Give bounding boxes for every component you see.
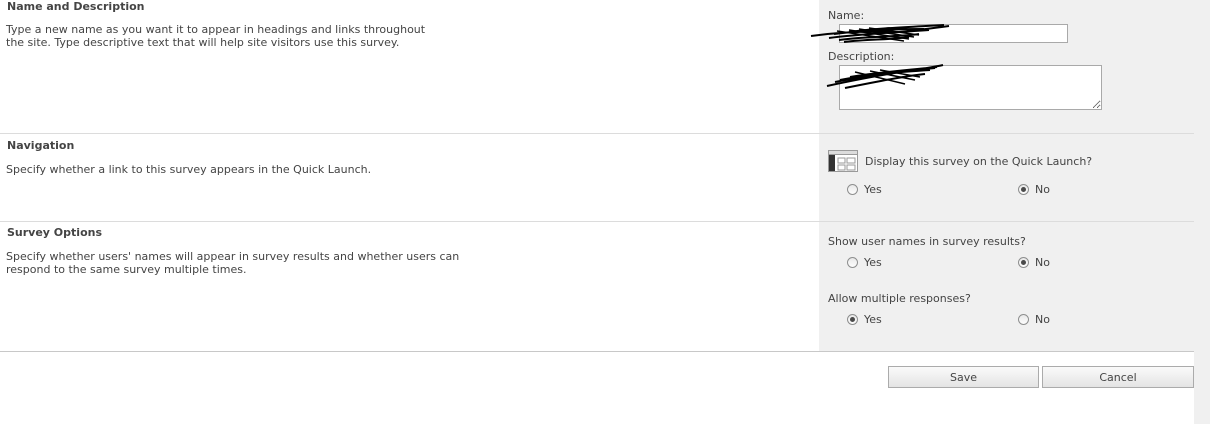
quick-launch-yes-option[interactable]: Yes	[847, 183, 882, 196]
cancel-button[interactable]: Cancel	[1042, 366, 1194, 388]
multiple-responses-no-radio[interactable]	[1018, 314, 1029, 325]
name-description-text: Type a new name as you want it to appear…	[6, 23, 426, 49]
survey-options-fields: Show user names in survey results? Yes N…	[819, 222, 1194, 351]
multiple-responses-no-option[interactable]: No	[1018, 313, 1050, 326]
right-margin-strip	[1194, 0, 1210, 424]
show-names-no-label: No	[1035, 256, 1050, 269]
quick-launch-question: Display this survey on the Quick Launch?	[865, 155, 1093, 168]
quick-launch-yes-label: Yes	[864, 183, 882, 196]
navigation-section: Navigation Specify whether a link to thi…	[0, 134, 1194, 221]
survey-options-heading: Survey Options	[7, 226, 102, 239]
name-description-fields: Name: Description:	[810, 0, 1194, 133]
survey-options-section: Survey Options Specify whether users' na…	[0, 222, 1194, 351]
save-button[interactable]: Save	[888, 366, 1039, 388]
show-names-yes-label: Yes	[864, 256, 882, 269]
show-names-yes-radio[interactable]	[847, 257, 858, 268]
survey-options-description: Specify whether users' names will appear…	[6, 250, 460, 276]
navigation-description: Specify whether a link to this survey ap…	[6, 163, 372, 176]
show-names-no-option[interactable]: No	[1018, 256, 1050, 269]
multiple-responses-yes-label: Yes	[864, 313, 882, 326]
quick-launch-no-radio[interactable]	[1018, 184, 1029, 195]
show-names-question: Show user names in survey results?	[828, 235, 1026, 248]
multiple-responses-yes-option[interactable]: Yes	[847, 313, 882, 326]
show-names-no-radio[interactable]	[1018, 257, 1029, 268]
section-divider	[0, 351, 1194, 352]
quick-launch-no-option[interactable]: No	[1018, 183, 1050, 196]
name-label: Name:	[828, 9, 865, 22]
navigation-heading: Navigation	[7, 139, 75, 152]
name-redaction-scribble	[810, 24, 950, 43]
multiple-responses-no-label: No	[1035, 313, 1050, 326]
multiple-responses-yes-radio[interactable]	[847, 314, 858, 325]
navigation-fields: Display this survey on the Quick Launch?…	[819, 134, 1194, 221]
quick-launch-no-label: No	[1035, 183, 1050, 196]
name-description-info: Name and Description Type a new name as …	[0, 0, 819, 133]
survey-options-info: Survey Options Specify whether users' na…	[0, 222, 819, 351]
navigation-info: Navigation Specify whether a link to thi…	[0, 134, 819, 221]
name-description-section: Name and Description Type a new name as …	[0, 0, 1194, 133]
quick-launch-yes-radio[interactable]	[847, 184, 858, 195]
description-redaction-scribble	[826, 64, 944, 89]
name-description-heading: Name and Description	[7, 0, 145, 13]
show-names-yes-option[interactable]: Yes	[847, 256, 882, 269]
quick-launch-icon	[828, 150, 858, 172]
multiple-responses-question: Allow multiple responses?	[828, 292, 971, 305]
